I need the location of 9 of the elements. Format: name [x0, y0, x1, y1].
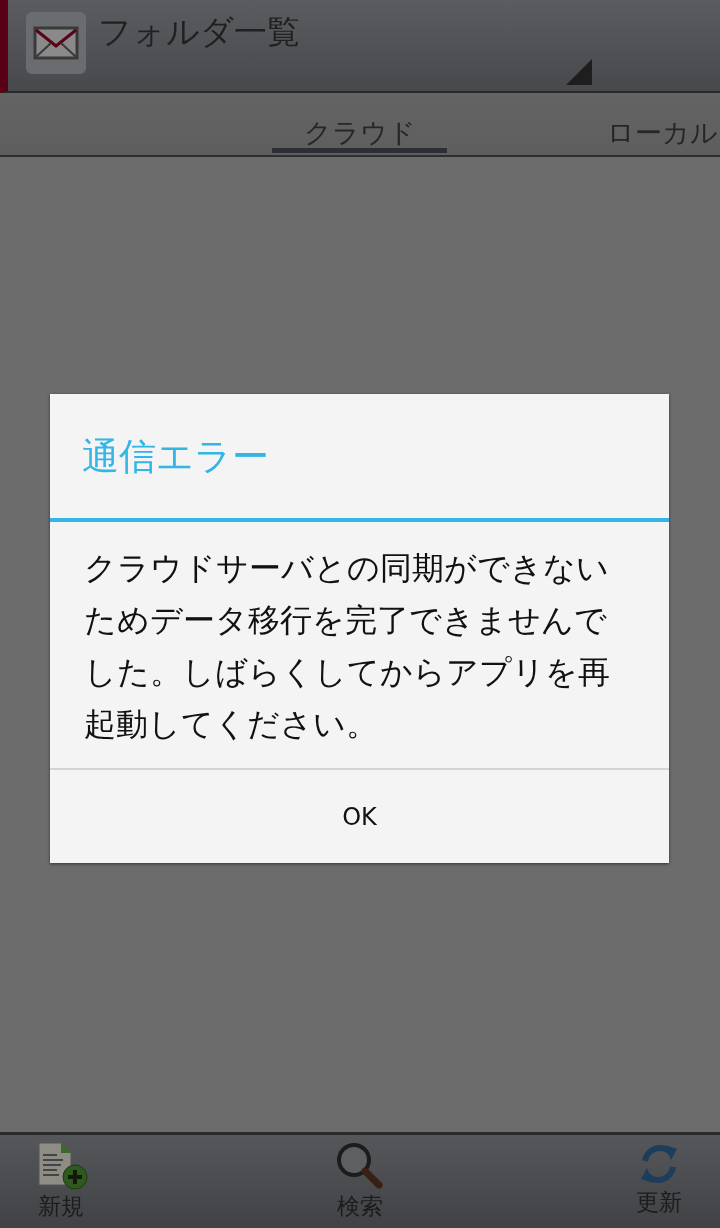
dialog-message: クラウドサーバとの同期ができないためデータ移行を完了できませんでした。しばらくしてからアプリを再起動してください。	[50, 522, 669, 770]
tab[interactable]: ローカル	[604, 93, 720, 153]
ok-button[interactable]: OK	[50, 770, 669, 863]
dialog-title: 通信エラー	[50, 394, 669, 522]
screen-title: フォルダ一覧	[98, 12, 300, 52]
search-icon	[335, 1141, 385, 1191]
tab[interactable]: クラウド	[272, 93, 447, 153]
mail-app-icon[interactable]	[26, 12, 86, 74]
dropdown-corner-icon[interactable]	[566, 59, 592, 85]
